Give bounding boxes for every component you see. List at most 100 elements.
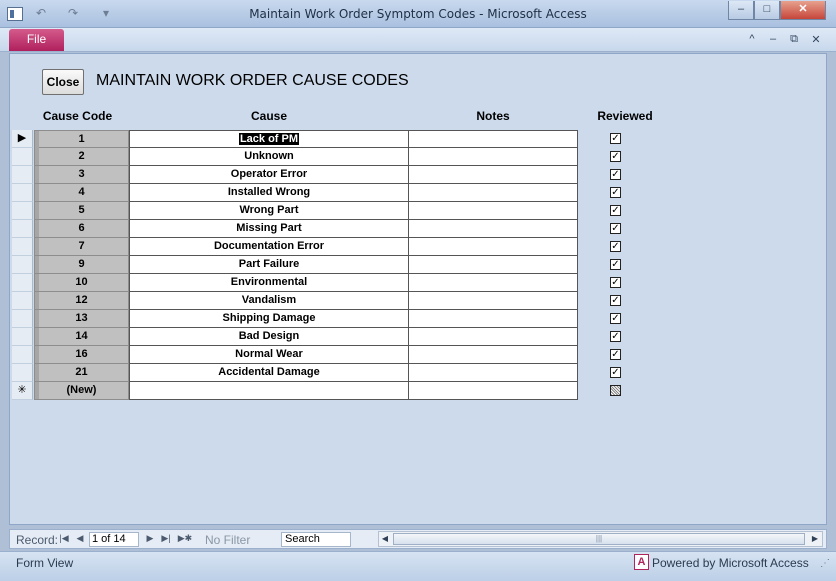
reviewed-checkbox[interactable]: ✓ <box>610 133 621 144</box>
notes-cell[interactable] <box>408 256 578 274</box>
cause-cell[interactable]: Installed Wrong <box>129 184 409 202</box>
reviewed-checkbox[interactable]: ✓ <box>610 259 621 270</box>
cause-code-cell[interactable]: 7 <box>34 238 129 256</box>
search-input[interactable]: Search <box>281 532 351 547</box>
reviewed-checkbox[interactable] <box>610 385 621 396</box>
horizontal-scrollbar[interactable]: ◀ ||| ▶ <box>378 531 823 547</box>
record-position-input[interactable]: 1 of 14 <box>89 532 139 547</box>
reviewed-checkbox[interactable]: ✓ <box>610 151 621 162</box>
previous-record-button[interactable]: ◀ <box>74 533 86 544</box>
scroll-left-button[interactable]: ◀ <box>379 533 391 545</box>
reviewed-checkbox[interactable]: ✓ <box>610 223 621 234</box>
record-selector[interactable] <box>12 238 33 256</box>
table-row[interactable]: 21 Accidental Damage ✓ <box>12 364 828 382</box>
cause-code-cell[interactable]: (New) <box>34 382 129 400</box>
record-selector[interactable] <box>12 166 33 184</box>
cause-cell[interactable]: Accidental Damage <box>129 364 409 382</box>
cause-cell[interactable]: Shipping Damage <box>129 310 409 328</box>
cause-cell[interactable]: Missing Part <box>129 220 409 238</box>
reviewed-checkbox[interactable]: ✓ <box>610 169 621 180</box>
table-row[interactable]: 13 Shipping Damage ✓ <box>12 310 828 328</box>
notes-cell[interactable] <box>408 310 578 328</box>
cause-code-cell[interactable]: 6 <box>34 220 129 238</box>
record-selector[interactable] <box>12 202 33 220</box>
collapse-ribbon-icon[interactable]: ^ <box>744 33 760 45</box>
notes-cell[interactable] <box>408 364 578 382</box>
cause-cell[interactable] <box>129 382 409 400</box>
next-record-button[interactable]: ▶ <box>144 533 156 544</box>
cause-cell[interactable]: Wrong Part <box>129 202 409 220</box>
table-row[interactable]: 14 Bad Design ✓ <box>12 328 828 346</box>
scroll-right-button[interactable]: ▶ <box>809 533 821 545</box>
reviewed-checkbox[interactable]: ✓ <box>610 331 621 342</box>
table-row[interactable]: 3 Operator Error ✓ <box>12 166 828 184</box>
cause-code-cell[interactable]: 9 <box>34 256 129 274</box>
cause-cell[interactable]: Vandalism <box>129 292 409 310</box>
cause-code-cell[interactable]: 3 <box>34 166 129 184</box>
record-selector[interactable] <box>12 256 33 274</box>
cause-cell[interactable]: Bad Design <box>129 328 409 346</box>
record-selector[interactable] <box>12 310 33 328</box>
doc-minimize-icon[interactable]: – <box>765 33 781 45</box>
reviewed-checkbox[interactable]: ✓ <box>610 349 621 360</box>
reviewed-checkbox[interactable]: ✓ <box>610 241 621 252</box>
table-row[interactable]: 7 Documentation Error ✓ <box>12 238 828 256</box>
record-selector[interactable] <box>12 148 33 166</box>
record-selector[interactable]: ✳ <box>12 382 33 400</box>
close-window-button[interactable]: ✕ <box>780 1 826 20</box>
notes-cell[interactable] <box>408 274 578 292</box>
cause-code-cell[interactable]: 13 <box>34 310 129 328</box>
notes-cell[interactable] <box>408 130 578 148</box>
notes-cell[interactable] <box>408 166 578 184</box>
record-selector[interactable] <box>12 220 33 238</box>
cause-code-cell[interactable]: 10 <box>34 274 129 292</box>
table-row[interactable]: 2 Unknown ✓ <box>12 148 828 166</box>
record-selector[interactable] <box>12 328 33 346</box>
notes-cell[interactable] <box>408 202 578 220</box>
notes-cell[interactable] <box>408 184 578 202</box>
new-record-row[interactable]: ✳ (New) <box>12 382 828 400</box>
table-row[interactable]: 16 Normal Wear ✓ <box>12 346 828 364</box>
record-selector[interactable]: ▶ <box>12 130 33 148</box>
minimize-button[interactable]: – <box>728 1 754 20</box>
no-filter-indicator[interactable]: No Filter <box>205 533 250 547</box>
table-row[interactable]: 4 Installed Wrong ✓ <box>12 184 828 202</box>
reviewed-checkbox[interactable]: ✓ <box>610 367 621 378</box>
notes-cell[interactable] <box>408 238 578 256</box>
doc-restore-icon[interactable]: ⧉ <box>786 33 802 46</box>
notes-cell[interactable] <box>408 292 578 310</box>
cause-cell[interactable]: Lack of PM <box>129 130 409 148</box>
cause-code-cell[interactable]: 14 <box>34 328 129 346</box>
reviewed-checkbox[interactable]: ✓ <box>610 187 621 198</box>
notes-cell[interactable] <box>408 328 578 346</box>
record-selector[interactable] <box>12 184 33 202</box>
close-button[interactable]: Close <box>42 69 84 95</box>
cause-cell[interactable]: Part Failure <box>129 256 409 274</box>
maximize-button[interactable]: □ <box>754 1 780 20</box>
reviewed-checkbox[interactable]: ✓ <box>610 205 621 216</box>
table-row[interactable]: 10 Environmental ✓ <box>12 274 828 292</box>
record-selector[interactable] <box>12 274 33 292</box>
notes-cell[interactable] <box>408 382 578 400</box>
cause-cell[interactable]: Unknown <box>129 148 409 166</box>
cause-cell[interactable]: Environmental <box>129 274 409 292</box>
cause-code-cell[interactable]: 2 <box>34 148 129 166</box>
reviewed-checkbox[interactable]: ✓ <box>610 313 621 324</box>
first-record-button[interactable]: |◀ <box>58 533 70 544</box>
doc-close-icon[interactable]: ✕ <box>808 33 824 46</box>
cause-cell[interactable]: Operator Error <box>129 166 409 184</box>
resize-grip-icon[interactable]: ⋰ <box>820 558 830 569</box>
table-row[interactable]: 6 Missing Part ✓ <box>12 220 828 238</box>
cause-code-cell[interactable]: 21 <box>34 364 129 382</box>
table-row[interactable]: 9 Part Failure ✓ <box>12 256 828 274</box>
table-row[interactable]: 5 Wrong Part ✓ <box>12 202 828 220</box>
table-row[interactable]: ▶ 1 Lack of PM ✓ <box>12 130 828 148</box>
table-row[interactable]: 12 Vandalism ✓ <box>12 292 828 310</box>
reviewed-checkbox[interactable]: ✓ <box>610 277 621 288</box>
record-selector[interactable] <box>12 292 33 310</box>
cause-code-cell[interactable]: 16 <box>34 346 129 364</box>
cause-cell[interactable]: Documentation Error <box>129 238 409 256</box>
scrollbar-thumb[interactable]: ||| <box>393 533 805 545</box>
notes-cell[interactable] <box>408 148 578 166</box>
new-record-button[interactable]: ▶✱ <box>176 533 194 544</box>
